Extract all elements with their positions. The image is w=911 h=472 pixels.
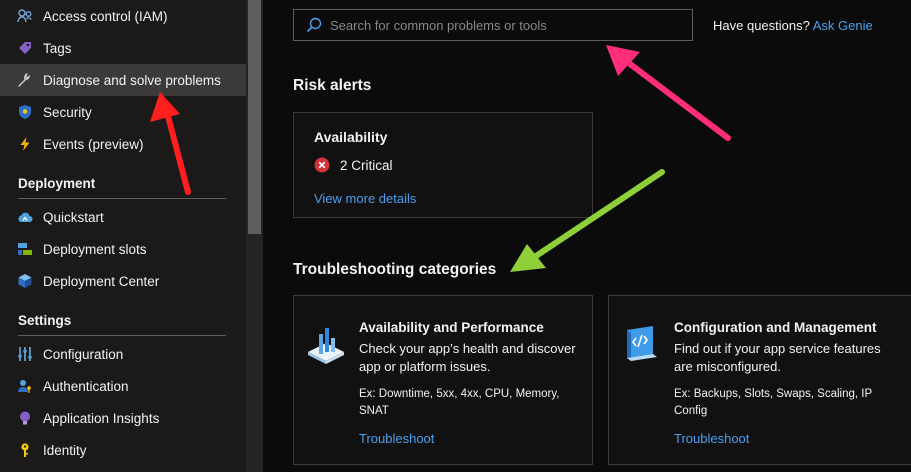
sidebar-item-label: Deployment Center bbox=[43, 273, 160, 289]
availability-alert-card: Availability 2 Critical View more detail… bbox=[293, 112, 593, 218]
sidebar-item-label: Deployment slots bbox=[43, 241, 147, 257]
lightning-icon bbox=[17, 136, 33, 152]
sidebar-item-quickstart[interactable]: Quickstart bbox=[0, 201, 246, 233]
key-icon bbox=[17, 442, 33, 458]
sidebar-item-security[interactable]: Security bbox=[0, 96, 246, 128]
sidebar-item-label: Diagnose and solve problems bbox=[43, 72, 221, 88]
sidebar-item-label: Application Insights bbox=[43, 410, 160, 426]
person-key-icon bbox=[17, 378, 33, 394]
sidebar-item-deployment-slots[interactable]: Deployment slots bbox=[0, 233, 246, 265]
sidebar-item-authentication[interactable]: Authentication bbox=[0, 370, 246, 402]
sidebar: Access control (IAM) Tags Diagnose and s… bbox=[0, 0, 246, 472]
sidebar-item-label: Identity bbox=[43, 442, 87, 458]
sidebar-item-label: Quickstart bbox=[43, 209, 104, 225]
troubleshoot-link[interactable]: Troubleshoot bbox=[359, 431, 434, 446]
tag-icon bbox=[17, 40, 33, 56]
risk-alerts-heading: Risk alerts bbox=[293, 77, 372, 94]
sidebar-item-deployment-center[interactable]: Deployment Center bbox=[0, 265, 246, 297]
section-divider bbox=[18, 335, 226, 336]
troubleshooting-heading: Troubleshooting categories bbox=[293, 261, 497, 278]
view-more-details-link[interactable]: View more details bbox=[314, 191, 416, 206]
critical-count: 2 Critical bbox=[340, 158, 393, 173]
category-description: Check your app’s health and discover app… bbox=[359, 341, 576, 374]
sidebar-item-application-insights[interactable]: Application Insights bbox=[0, 402, 246, 434]
sidebar-item-events[interactable]: Events (preview) bbox=[0, 128, 246, 160]
search-box[interactable] bbox=[293, 9, 693, 41]
sidebar-item-label: Authentication bbox=[43, 378, 129, 394]
category-card-availability[interactable]: Availability and Performance Check your … bbox=[293, 295, 593, 465]
sidebar-item-diagnose[interactable]: Diagnose and solve problems bbox=[0, 64, 246, 96]
people-icon bbox=[17, 8, 33, 24]
search-icon bbox=[306, 17, 322, 33]
section-heading-settings: Settings bbox=[18, 313, 72, 328]
lightbulb-icon bbox=[17, 410, 33, 426]
troubleshoot-link[interactable]: Troubleshoot bbox=[674, 431, 749, 446]
cube-icon bbox=[17, 273, 33, 289]
category-examples: Ex: Backups, Slots, Swaps, Scaling, IP C… bbox=[674, 388, 872, 417]
sidebar-item-label: Access control (IAM) bbox=[43, 8, 168, 24]
sidebar-item-label: Configuration bbox=[43, 346, 124, 362]
category-card-configuration[interactable]: Configuration and Management Find out if… bbox=[608, 295, 911, 465]
category-examples: Ex: Downtime, 5xx, 4xx, CPU, Memory, SNA… bbox=[359, 388, 560, 417]
config-code-icon bbox=[621, 324, 661, 364]
sidebar-item-access-control[interactable]: Access control (IAM) bbox=[0, 0, 246, 32]
sidebar-item-label: Security bbox=[43, 104, 92, 120]
sidebar-item-identity[interactable]: Identity bbox=[0, 434, 246, 466]
section-divider bbox=[18, 198, 226, 199]
scrollbar-thumb[interactable] bbox=[248, 0, 261, 234]
sidebar-item-configuration[interactable]: Configuration bbox=[0, 338, 246, 370]
category-title: Configuration and Management bbox=[674, 320, 877, 335]
sidebar-item-label: Tags bbox=[43, 40, 72, 56]
sidebar-item-label: Events (preview) bbox=[43, 136, 144, 152]
help-question: Have questions? bbox=[713, 18, 810, 33]
ask-genie-link[interactable]: Ask Genie bbox=[813, 18, 873, 33]
wrench-icon bbox=[17, 72, 33, 88]
cloud-icon bbox=[17, 209, 33, 225]
slots-icon bbox=[17, 241, 33, 257]
search-input[interactable] bbox=[330, 10, 680, 40]
pink-arrow bbox=[606, 45, 731, 141]
section-heading-deployment: Deployment bbox=[18, 176, 96, 191]
shield-icon bbox=[17, 104, 33, 120]
alert-card-title: Availability bbox=[314, 129, 388, 145]
sliders-icon bbox=[17, 346, 33, 362]
category-title: Availability and Performance bbox=[359, 320, 544, 335]
category-description: Find out if your app service features ar… bbox=[674, 341, 881, 374]
error-circle-icon bbox=[314, 157, 330, 173]
sidebar-item-tags[interactable]: Tags bbox=[0, 32, 246, 64]
bar-chart-icon bbox=[306, 324, 346, 364]
help-text: Have questions? Ask Genie bbox=[713, 18, 873, 33]
